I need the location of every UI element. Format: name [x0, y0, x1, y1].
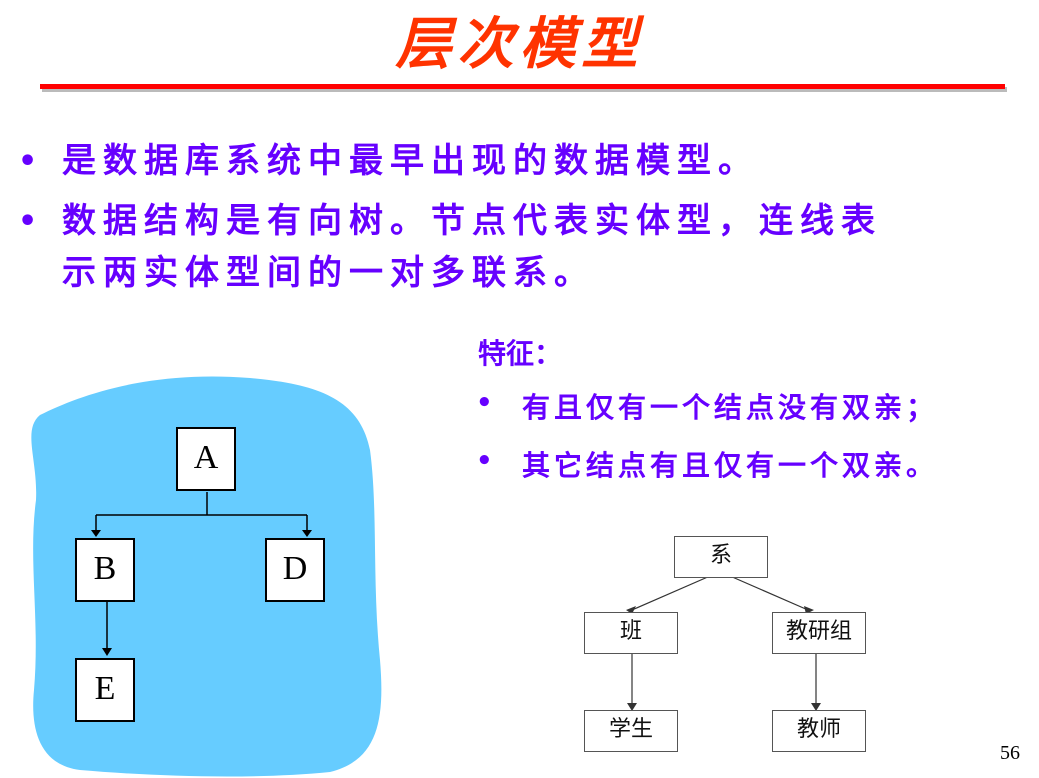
feature-dot-1: • — [476, 388, 493, 418]
bullet-dot-1: • — [18, 144, 38, 179]
node-department: 系 — [674, 536, 768, 578]
page-title: 层次模型 — [395, 11, 644, 77]
node-class: 班 — [584, 612, 678, 654]
bullet-2-line-2: 示两实体型间的一对多联系。 — [62, 253, 595, 293]
bullet-1: 是数据库系统中最早出现的数据模型。 — [62, 141, 759, 181]
title-underline — [40, 84, 1005, 89]
node-teacher: 教师 — [772, 710, 866, 752]
feature-2: 其它结点有且仅有一个双亲。 — [522, 449, 939, 482]
features-title: 特征： — [478, 337, 563, 370]
bullet-dot-2: • — [18, 204, 38, 239]
node-research-group: 教研组 — [772, 612, 866, 654]
page-number: 56 — [1000, 742, 1020, 764]
feature-1: 有且仅有一个结点没有双亲； — [522, 391, 939, 424]
feature-dot-2: • — [476, 446, 493, 476]
node-b: B — [75, 538, 135, 602]
node-student: 学生 — [584, 710, 678, 752]
node-a: A — [176, 427, 236, 491]
bullet-2-line-1: 数据结构是有向树。节点代表实体型，连线表 — [62, 201, 882, 241]
node-e: E — [75, 658, 135, 722]
left-tree-diagram — [31, 376, 382, 777]
node-d: D — [265, 538, 325, 602]
